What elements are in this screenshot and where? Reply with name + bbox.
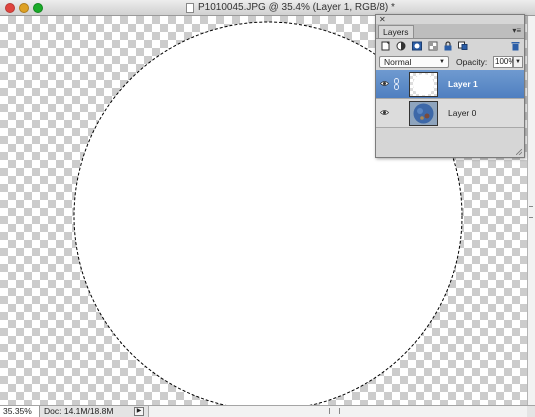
layer-row[interactable]: Layer 0 (376, 99, 524, 128)
panel-menu-icon[interactable]: ▾≡ (512, 24, 521, 38)
window-title: P1010045.JPG @ 35.4% (Layer 1, RGB/8) * (198, 2, 395, 13)
blend-mode-select[interactable]: Normal ▼ (379, 56, 449, 68)
visibility-eye-icon[interactable] (380, 79, 389, 88)
zoom-field[interactable]: 35.35% (0, 406, 40, 417)
layer-name[interactable]: Layer 0 (448, 108, 476, 118)
link-layers-icon[interactable] (458, 41, 468, 51)
blend-mode-value: Normal (384, 57, 412, 67)
adjustment-layer-icon[interactable] (396, 41, 406, 51)
layer-link-icon[interactable] (393, 78, 400, 90)
opacity-field[interactable]: 100% (493, 56, 515, 68)
status-menu-arrow-icon[interactable]: ▶ (134, 407, 144, 416)
layer-name[interactable]: Layer 1 (448, 79, 478, 89)
chevron-down-icon: ▼ (439, 59, 445, 65)
document-size-info: Doc: 14.1M/18.8M (44, 406, 114, 416)
blend-opacity-row: Normal ▼ Opacity: 100% ▼ (376, 54, 524, 70)
status-bar: 35.35% Doc: 14.1M/18.8M ▶ (0, 405, 535, 417)
document-icon (186, 3, 194, 13)
panel-close-icon[interactable]: ✕ (379, 15, 386, 24)
layer0-thumb-photo (410, 102, 437, 125)
vertical-scrollbar[interactable] (527, 16, 535, 405)
layer-thumbnail (409, 72, 438, 97)
new-layer-icon[interactable] (381, 41, 391, 51)
layer-thumbnail (409, 101, 438, 126)
opacity-label: Opacity: (456, 57, 488, 67)
window-zoom-button[interactable] (33, 3, 43, 13)
horizontal-scroll-grip[interactable] (329, 408, 340, 414)
layers-panel: ✕ Layers ▾≡ Normal ▼ Opacity: 100% ▼ Lay… (375, 14, 525, 158)
trash-icon[interactable] (511, 41, 520, 51)
vertical-scroll-grip[interactable] (529, 206, 533, 218)
opacity-dropdown-icon[interactable]: ▼ (513, 56, 523, 68)
layer1-thumb-circle (413, 74, 434, 95)
tab-layers[interactable]: Layers (378, 25, 414, 38)
lock-all-icon[interactable] (443, 41, 453, 51)
layer-row[interactable]: Layer 1 (376, 70, 524, 99)
panel-resize-grip-icon[interactable] (516, 149, 522, 155)
visibility-eye-icon[interactable] (380, 108, 389, 117)
layers-toolbar (376, 39, 524, 53)
window-close-button[interactable] (5, 3, 15, 13)
panel-tab-bar: Layers ▾≡ (376, 24, 524, 39)
layer-mask-icon[interactable] (412, 41, 422, 51)
horizontal-scrollbar[interactable] (148, 406, 527, 417)
lock-transparent-icon[interactable] (428, 41, 438, 51)
window-minimize-button[interactable] (19, 3, 29, 13)
